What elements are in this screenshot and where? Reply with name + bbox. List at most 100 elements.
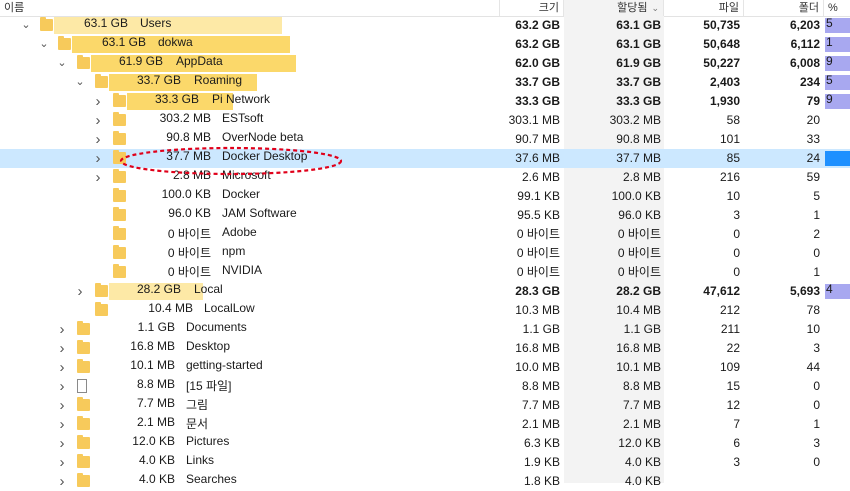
column-name[interactable]: 이름 bbox=[0, 0, 500, 16]
file-icon bbox=[77, 379, 87, 393]
allocated-cell: 2.8 MB bbox=[622, 170, 661, 184]
files-cell: 0 bbox=[733, 227, 740, 241]
folder-name: 그림 bbox=[186, 398, 209, 412]
column-percent[interactable]: % bbox=[824, 0, 850, 16]
size-cell: 28.3 GB bbox=[515, 284, 560, 298]
folders-cell: 78 bbox=[806, 303, 820, 317]
tree-row[interactable]: › 12.0 KB Pictures 6.3 KB 12.0 KB 6 3 bbox=[0, 434, 850, 453]
chevron-right-icon[interactable]: › bbox=[57, 453, 67, 472]
size-cell: 95.5 KB bbox=[517, 208, 560, 222]
folder-name: 문서 bbox=[186, 417, 209, 431]
chevron-down-icon[interactable]: ⌄ bbox=[57, 54, 67, 73]
tree-size-label: 96.0 KB bbox=[168, 206, 211, 220]
allocated-cell: 1.1 GB bbox=[623, 322, 661, 336]
tree-row[interactable]: 10.4 MB LocalLow 10.3 MB 10.4 MB 212 78 bbox=[0, 301, 850, 320]
folders-cell: 6,112 bbox=[790, 37, 820, 51]
tree-row[interactable]: › 303.2 MB ESTsoft 303.1 MB 303.2 MB 58 20 bbox=[0, 111, 850, 130]
tree-row[interactable]: 0 바이트 npm 0 바이트 0 바이트 0 0 bbox=[0, 244, 850, 263]
size-cell: 0 바이트 bbox=[516, 265, 560, 279]
percent-label: 9 bbox=[826, 54, 833, 68]
files-cell: 212 bbox=[719, 303, 740, 317]
chevron-right-icon[interactable]: › bbox=[93, 168, 103, 187]
chevron-right-icon[interactable]: › bbox=[93, 92, 103, 111]
allocated-cell: 4.0 KB bbox=[624, 474, 661, 488]
chevron-right-icon[interactable]: › bbox=[57, 377, 67, 396]
chevron-down-icon[interactable]: ⌄ bbox=[75, 73, 85, 92]
tree-row[interactable]: › 2.1 MB 문서 2.1 MB 2.1 MB 7 1 bbox=[0, 415, 850, 434]
size-cell: 37.6 MB bbox=[515, 151, 560, 165]
tree-row[interactable]: › 7.7 MB 그림 7.7 MB 7.7 MB 12 0 bbox=[0, 396, 850, 415]
tree-size-label: 90.8 MB bbox=[166, 130, 211, 144]
column-name-label: 이름 bbox=[4, 2, 25, 14]
sort-desc-icon: ⌄ bbox=[651, 3, 659, 13]
allocated-cell: 28.2 GB bbox=[616, 284, 661, 298]
allocated-cell: 4.0 KB bbox=[624, 455, 661, 469]
tree-row[interactable]: 96.0 KB JAM Software 95.5 KB 96.0 KB 3 1 bbox=[0, 206, 850, 225]
column-folders[interactable]: 폴더 bbox=[744, 0, 824, 16]
size-cell: 16.8 MB bbox=[515, 341, 560, 355]
tree-row[interactable]: › 8.8 MB [15 파일] 8.8 MB 8.8 MB 15 0 bbox=[0, 377, 850, 396]
chevron-right-icon[interactable]: › bbox=[57, 472, 67, 491]
folder-name: Pi Network bbox=[212, 92, 271, 106]
tree-row[interactable]: ⌄ 33.7 GB Roaming 33.7 GB 33.7 GB 2,403 234 5 bbox=[0, 73, 850, 92]
tree-row[interactable]: › 1.1 GB Documents 1.1 GB 1.1 GB 211 10 bbox=[0, 320, 850, 339]
size-cell: 8.8 MB bbox=[521, 379, 560, 393]
tree-row[interactable]: › 4.0 KB Links 1.9 KB 4.0 KB 3 0 bbox=[0, 453, 850, 472]
allocated-cell: 33.7 GB bbox=[616, 75, 661, 89]
chevron-right-icon[interactable]: › bbox=[93, 130, 103, 149]
tree-row[interactable]: ⌄ 63.1 GB dokwa 63.2 GB 63.1 GB 50,648 6,112 1 bbox=[0, 35, 850, 54]
column-percent-label: % bbox=[828, 2, 838, 14]
column-files[interactable]: 파일 bbox=[664, 0, 744, 16]
chevron-right-icon[interactable]: › bbox=[57, 396, 67, 415]
tree-row[interactable]: 0 바이트 NVIDIA 0 바이트 0 바이트 0 1 bbox=[0, 263, 850, 282]
tree-row[interactable]: ⌄ 63.1 GB Users 63.2 GB 63.1 GB 50,735 6,203 5 bbox=[0, 16, 850, 35]
size-cell: 33.7 GB bbox=[515, 75, 560, 89]
tree-size-label: 4.0 KB bbox=[138, 472, 175, 486]
chevron-right-icon[interactable]: › bbox=[93, 149, 103, 168]
chevron-down-icon[interactable]: ⌄ bbox=[39, 35, 49, 54]
folders-cell: 0 bbox=[813, 246, 820, 260]
tree-size-label: 2.1 MB bbox=[136, 415, 175, 429]
tree-size-label: 10.4 MB bbox=[148, 301, 193, 315]
chevron-right-icon[interactable]: › bbox=[57, 320, 67, 339]
folder-name: Docker bbox=[222, 187, 261, 201]
allocated-cell: 33.3 GB bbox=[616, 94, 661, 108]
tree-row[interactable]: › 4.0 KB Searches 1.8 KB 4.0 KB bbox=[0, 472, 850, 491]
chevron-right-icon[interactable]: › bbox=[93, 111, 103, 130]
tree-row[interactable]: › 10.1 MB getting-started 10.0 MB 10.1 MB 109… bbox=[0, 358, 850, 377]
size-cell: 2.1 MB bbox=[521, 417, 560, 431]
chevron-right-icon[interactable]: › bbox=[57, 415, 67, 434]
folders-cell: 44 bbox=[806, 360, 820, 374]
files-cell: 2,403 bbox=[709, 75, 740, 89]
chevron-right-icon[interactable]: › bbox=[57, 339, 67, 358]
size-cell: 1.8 KB bbox=[523, 474, 560, 488]
percent-bar: 5 bbox=[825, 16, 850, 33]
tree-row[interactable]: 100.0 KB Docker 99.1 KB 100.0 KB 10 5 bbox=[0, 187, 850, 206]
chevron-right-icon[interactable]: › bbox=[57, 358, 67, 377]
size-cell: 303.1 MB bbox=[508, 113, 560, 127]
tree-row[interactable]: › 33.3 GB Pi Network 33.3 GB 33.3 GB 1,930 79 9 bbox=[0, 92, 850, 111]
folders-cell: 1 bbox=[813, 265, 820, 279]
allocated-cell: 2.1 MB bbox=[622, 417, 661, 431]
tree-size-label: 63.1 GB bbox=[101, 35, 146, 49]
tree-row[interactable]: ⌄ 61.9 GB AppData 62.0 GB 61.9 GB 50,227 6,008… bbox=[0, 54, 850, 73]
files-cell bbox=[664, 472, 740, 491]
files-cell: 7 bbox=[733, 417, 740, 431]
allocated-cell: 96.0 KB bbox=[618, 208, 661, 222]
folder-name: dokwa bbox=[158, 35, 193, 49]
tree-row[interactable]: 0 바이트 Adobe 0 바이트 0 바이트 0 2 bbox=[0, 225, 850, 244]
tree-size-label: 16.8 MB bbox=[130, 339, 175, 353]
files-cell: 58 bbox=[726, 113, 740, 127]
column-allocated[interactable]: 할당됨 ⌄ bbox=[564, 0, 664, 16]
allocated-cell: 37.7 MB bbox=[616, 151, 661, 165]
folders-cell bbox=[744, 472, 820, 491]
chevron-down-icon[interactable]: ⌄ bbox=[21, 16, 31, 35]
percent-bar: 9 bbox=[825, 92, 850, 109]
chevron-right-icon[interactable]: › bbox=[57, 434, 67, 453]
allocated-cell: 303.2 MB bbox=[609, 113, 661, 127]
tree-row[interactable]: › 16.8 MB Desktop 16.8 MB 16.8 MB 22 3 bbox=[0, 339, 850, 358]
column-size[interactable]: 크기 bbox=[500, 0, 564, 16]
files-cell: 0 bbox=[733, 265, 740, 279]
tree-row[interactable]: › 28.2 GB Local 28.3 GB 28.2 GB 47,612 5,693 4 bbox=[0, 282, 850, 301]
chevron-right-icon[interactable]: › bbox=[75, 282, 85, 301]
